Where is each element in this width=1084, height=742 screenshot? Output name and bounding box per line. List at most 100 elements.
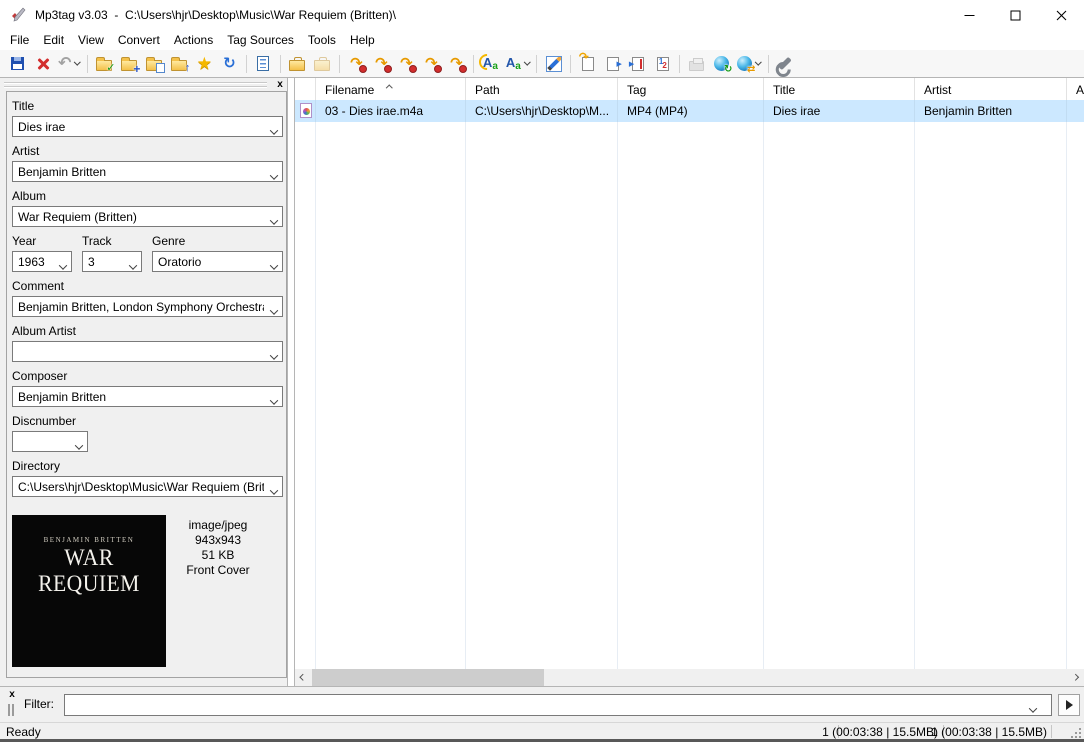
filter-grip-handle[interactable] (8, 704, 14, 716)
album-combo[interactable]: War Requiem (Britten) (12, 206, 283, 227)
save-tag-button[interactable] (5, 52, 30, 76)
recent-directories-button[interactable] (142, 52, 167, 76)
menu-view[interactable]: View (71, 31, 111, 49)
directory-combo[interactable]: C:\Users\hjr\Desktop\Music\War Requiem (… (12, 476, 283, 497)
cell-path: C:\Users\hjr\Desktop\M... (466, 100, 618, 122)
web-sources-dropdown-icon[interactable] (755, 59, 761, 65)
cover-info: image/jpeg943x94351 KBFront Cover (168, 518, 268, 578)
undo-dropdown-icon[interactable] (74, 59, 80, 65)
cell-title: Dies irae (764, 100, 915, 122)
filter-label: Filter: (24, 697, 54, 711)
refresh-icon: ↻ (223, 56, 236, 71)
auto-tag-button[interactable] (575, 52, 600, 76)
maximize-button[interactable] (992, 0, 1038, 30)
column-header-path[interactable]: Path (466, 78, 618, 100)
filter-input[interactable] (64, 694, 1052, 716)
filter-close-button[interactable]: x (6, 689, 18, 701)
change-directory-button[interactable] (92, 52, 117, 76)
menu-help[interactable]: Help (343, 31, 382, 49)
options-button[interactable] (773, 52, 798, 76)
artist-combo[interactable]: Benjamin Britten (12, 161, 283, 182)
filter-apply-button[interactable] (1058, 694, 1080, 716)
auto-tag-icon (582, 57, 594, 71)
convert-filename-tag-button[interactable]: ↷ (369, 52, 394, 76)
convert-tag-tag-button[interactable]: ↷ (444, 52, 469, 76)
comment-combo[interactable]: Benjamin Britten, London Symphony Orches… (12, 296, 283, 317)
web-source-primary-button[interactable] (709, 52, 734, 76)
tag-to-filename-button[interactable] (600, 52, 625, 76)
panel-close-button[interactable]: x (273, 78, 287, 91)
column-header-tag[interactable]: Tag (618, 78, 764, 100)
panel-grip-handle[interactable] (4, 82, 267, 83)
autonumbering-wizard-button[interactable] (650, 52, 675, 76)
convert-tag-filename-button[interactable]: ↷ (344, 52, 369, 76)
menu-edit[interactable]: Edit (36, 31, 71, 49)
convert-textfile-tag-button[interactable]: ↷ (419, 52, 444, 76)
chevron-down-icon (271, 394, 277, 407)
minimize-button[interactable] (946, 0, 992, 30)
play-icon (1066, 700, 1073, 710)
column-gridline (914, 100, 915, 669)
scrollbar-thumb[interactable] (312, 669, 544, 686)
column-header-title[interactable]: Title (764, 78, 915, 100)
web-sources-button[interactable] (734, 52, 764, 76)
window-title: Mp3tag v3.03 - C:\Users\hjr\Desktop\Musi… (35, 8, 396, 22)
menu-actions[interactable]: Actions (167, 31, 220, 49)
menu-tools[interactable]: Tools (301, 31, 343, 49)
column-header-a[interactable]: A (1067, 78, 1084, 100)
favorite-directories-button[interactable]: ★ (192, 52, 217, 76)
refresh-button[interactable]: ↻ (217, 52, 242, 76)
scroll-left-button[interactable] (295, 669, 312, 686)
status-selection-info: 1 (00:03:38 | 15.5MB) (822, 725, 938, 739)
convert-filename-filename-button[interactable]: ↷ (394, 52, 419, 76)
quick-actions-button[interactable]: A (503, 52, 532, 76)
actions-button[interactable]: A (478, 52, 503, 76)
composer-combo[interactable]: Benjamin Britten (12, 386, 283, 407)
album-artist-label: Album Artist (12, 324, 76, 338)
composer-label: Composer (12, 369, 67, 383)
convert-textfile-tag-icon: ↷ (425, 56, 438, 71)
panel-grip-handle[interactable] (4, 86, 267, 87)
chevron-down-icon (271, 259, 277, 272)
tag-panel: x Title Dies irae Artist Benjamin Britte… (0, 78, 288, 686)
extended-tags-button[interactable] (251, 52, 276, 76)
file-list: FilenamePathTagTitleArtistA 03 - Dies ir… (295, 78, 1084, 686)
discnumber-combo[interactable] (12, 431, 88, 452)
horizontal-scrollbar (295, 669, 1084, 686)
year-combo[interactable]: 1963 (12, 251, 72, 272)
column-header-artist[interactable]: Artist (915, 78, 1067, 100)
resize-grip[interactable] (1071, 728, 1081, 738)
panel-splitter[interactable] (288, 78, 295, 686)
menu-file[interactable]: File (3, 31, 36, 49)
menu-tag-sources[interactable]: Tag Sources (220, 31, 301, 49)
filter-dropdown-icon[interactable] (1030, 702, 1036, 716)
maximize-icon (1010, 10, 1021, 21)
album-cover-art[interactable]: BENJAMIN BRITTEN WAR REQUIEM (12, 515, 166, 667)
copy-tag-icon (289, 60, 305, 71)
cell-artist: Benjamin Britten (915, 100, 1067, 122)
remove-tag-button[interactable] (30, 52, 55, 76)
add-directory-button[interactable] (117, 52, 142, 76)
column-gridline (465, 100, 466, 669)
column-header-icon[interactable] (295, 78, 316, 100)
genre-combo[interactable]: Oratorio (152, 251, 283, 272)
quick-actions-dropdown-icon[interactable] (524, 59, 530, 65)
chevron-down-icon (130, 259, 136, 272)
undo-button[interactable]: ↶ (55, 52, 83, 76)
toolbar-separator (87, 55, 88, 73)
toolbar-separator (768, 55, 769, 73)
edit-tag-button[interactable] (541, 52, 566, 76)
toolbar-separator (280, 55, 281, 73)
copy-tag-button[interactable] (285, 52, 310, 76)
parent-directory-button[interactable] (167, 52, 192, 76)
album-artist-combo[interactable] (12, 341, 283, 362)
cell-tag: MP4 (MP4) (618, 100, 764, 122)
title-combo[interactable]: Dies irae (12, 116, 283, 137)
scroll-right-button[interactable] (1067, 669, 1084, 686)
paste-tag-button (310, 52, 335, 76)
table-row[interactable]: 03 - Dies irae.m4aC:\Users\hjr\Desktop\M… (295, 100, 1084, 122)
menu-convert[interactable]: Convert (111, 31, 167, 49)
track-combo[interactable]: 3 (82, 251, 142, 272)
filename-to-tag-button[interactable] (625, 52, 650, 76)
close-button[interactable] (1038, 0, 1084, 30)
